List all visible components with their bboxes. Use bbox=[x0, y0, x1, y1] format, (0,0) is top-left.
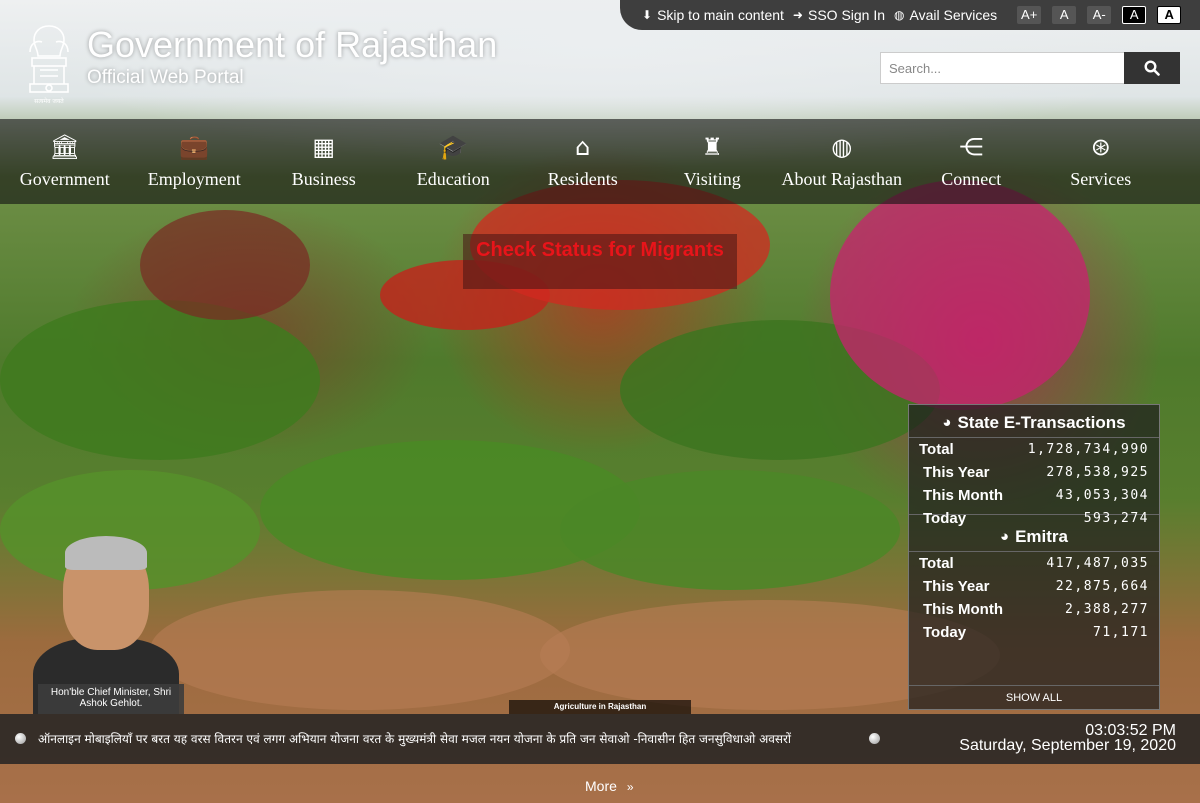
stat-label: Today bbox=[923, 510, 967, 527]
cm-portrait-hair bbox=[65, 536, 147, 570]
stat-value: 1,728,734,990 bbox=[1027, 442, 1149, 457]
ticker-bullet-icon bbox=[15, 733, 26, 744]
stat-label: Total bbox=[919, 441, 954, 458]
avail-label: Avail Services bbox=[909, 7, 998, 23]
slide-caption: Agriculture in Rajasthan bbox=[509, 700, 691, 714]
nav-label: Services bbox=[1070, 169, 1132, 189]
stat-row: Total 1,728,734,990 bbox=[909, 438, 1159, 461]
stat-row: Total 417,487,035 bbox=[909, 552, 1159, 575]
globe-icon: ◍ bbox=[831, 133, 853, 161]
nav-item-about-rajasthan[interactable]: ◍ About Rajasthan bbox=[777, 119, 907, 204]
search-input[interactable] bbox=[880, 52, 1125, 84]
graduation-cap-icon: 🎓 bbox=[438, 133, 469, 161]
search-button[interactable] bbox=[1124, 52, 1180, 84]
sso-signin-link[interactable]: ➜ SSO Sign In bbox=[793, 7, 885, 23]
nav-label: Business bbox=[291, 169, 356, 189]
clock: 03:03:52 PM Saturday, September 19, 2020 bbox=[959, 722, 1176, 754]
stat-value: 2,388,277 bbox=[1065, 602, 1149, 617]
more-label: More bbox=[585, 778, 617, 794]
light-contrast-button[interactable]: A bbox=[1157, 6, 1182, 24]
utility-bar: ⬇ Skip to main content ➜ SSO Sign In ◍ A… bbox=[620, 0, 1200, 30]
building-icon: ▦ bbox=[312, 133, 336, 161]
font-normal-button[interactable]: A bbox=[1052, 6, 1077, 24]
stat-value: 278,538,925 bbox=[1046, 465, 1149, 480]
arrow-down-circle-icon: ⬇ bbox=[642, 8, 653, 22]
stat-value: 22,875,664 bbox=[1055, 579, 1149, 594]
sign-in-icon: ➜ bbox=[792, 8, 803, 22]
show-all-link[interactable]: SHOW ALL bbox=[909, 685, 1159, 709]
stat-row: This Month 43,053,304 bbox=[909, 484, 1159, 507]
dark-contrast-button[interactable]: A bbox=[1122, 6, 1147, 24]
etransactions-title: State E-Transactions bbox=[957, 412, 1126, 432]
sso-label: SSO Sign In bbox=[807, 7, 886, 23]
stat-row: This Year 22,875,664 bbox=[909, 575, 1159, 598]
font-decrease-button[interactable]: A- bbox=[1087, 6, 1112, 24]
stat-value: 71,171 bbox=[1093, 625, 1149, 640]
etransactions-header: ◕ State E-Transactions bbox=[909, 408, 1159, 438]
pie-chart-icon: ◕ bbox=[1000, 528, 1010, 545]
traveller-icon: ♜ bbox=[701, 133, 723, 161]
emitra-title: Emitra bbox=[1015, 526, 1068, 546]
chevron-double-down-icon: » bbox=[626, 780, 634, 794]
main-nav: 🏛 Government 💼 Employment ▦ Business 🎓 E… bbox=[0, 119, 1200, 204]
check-status-migrants-link[interactable]: Check Status for Migrants bbox=[463, 234, 737, 289]
ticker-bullet-icon bbox=[869, 733, 880, 744]
site-subtitle: Official Web Portal bbox=[87, 67, 244, 88]
etransactions-block: ◕ State E-Transactions Total 1,728,734,9… bbox=[909, 405, 1159, 527]
skip-link[interactable]: ⬇ Skip to main content bbox=[642, 7, 784, 23]
pie-chart-icon: ◕ bbox=[942, 414, 952, 431]
stat-label: This Month bbox=[923, 487, 1003, 504]
nav-item-residents[interactable]: ⌂ Residents bbox=[518, 119, 648, 204]
lifebuoy-icon: ⊛ bbox=[1090, 133, 1111, 161]
clock-date: Saturday, September 19, 2020 bbox=[959, 737, 1176, 754]
ticker-text[interactable]: ऑनलाइन मोबाइलियाँ पर बरत यह वरस वितरन एव… bbox=[38, 730, 853, 747]
more-button[interactable]: More » bbox=[585, 778, 634, 794]
skip-label: Skip to main content bbox=[657, 7, 784, 23]
nav-label: Connect bbox=[941, 169, 1002, 189]
briefcase-icon: 💼 bbox=[179, 133, 210, 161]
state-emblem[interactable]: सत्यमेव जयते bbox=[22, 22, 76, 106]
globe-icon: ◍ bbox=[894, 8, 905, 22]
nav-item-connect[interactable]: ⋲ Connect bbox=[907, 119, 1037, 204]
stat-label: This Year bbox=[923, 464, 990, 481]
nav-label: Employment bbox=[147, 169, 241, 189]
nav-item-education[interactable]: 🎓 Education bbox=[389, 119, 519, 204]
chief-minister-photo[interactable]: Hon'ble Chief Minister, Shri Ashok Gehlo… bbox=[25, 534, 184, 714]
cm-caption: Hon'ble Chief Minister, Shri Ashok Gehlo… bbox=[38, 684, 184, 714]
nav-label: About Rajasthan bbox=[781, 169, 902, 189]
avail-services-link[interactable]: ◍ Avail Services bbox=[894, 7, 997, 23]
stat-label: Today bbox=[923, 624, 967, 641]
nav-item-business[interactable]: ▦ Business bbox=[259, 119, 389, 204]
nav-label: Visiting bbox=[683, 169, 741, 189]
search-icon bbox=[1144, 60, 1160, 76]
stat-row: This Year 278,538,925 bbox=[909, 461, 1159, 484]
bank-icon: 🏛 bbox=[49, 133, 80, 161]
home-icon: ⌂ bbox=[575, 133, 591, 161]
stat-row: Today 71,171 bbox=[909, 621, 1159, 644]
stat-label: Total bbox=[919, 555, 954, 572]
nav-label: Government bbox=[19, 169, 110, 189]
stat-value: 593,274 bbox=[1083, 511, 1149, 526]
news-ticker: ऑनलाइन मोबाइलियाँ पर बरत यह वरस वितरन एव… bbox=[0, 714, 1200, 764]
nav-item-visiting[interactable]: ♜ Visiting bbox=[648, 119, 778, 204]
emblem-motto: सत्यमेव जयते bbox=[34, 97, 64, 105]
nav-item-services[interactable]: ⊛ Services bbox=[1036, 119, 1166, 204]
site-title[interactable]: Government of Rajasthan bbox=[87, 24, 497, 66]
stat-label: This Month bbox=[923, 601, 1003, 618]
emitra-block: ◕ Emitra Total 417,487,035 This Year 22,… bbox=[909, 515, 1159, 653]
font-increase-button[interactable]: A+ bbox=[1017, 6, 1042, 24]
nav-item-government[interactable]: 🏛 Government bbox=[0, 119, 130, 204]
stat-label: This Year bbox=[923, 578, 990, 595]
nav-item-employment[interactable]: 💼 Employment bbox=[130, 119, 260, 204]
nav-label: Residents bbox=[547, 169, 618, 189]
stat-value: 43,053,304 bbox=[1055, 488, 1149, 503]
stats-panel: ◕ State E-Transactions Total 1,728,734,9… bbox=[908, 404, 1160, 710]
stat-value: 417,487,035 bbox=[1046, 556, 1149, 571]
nav-label: Education bbox=[416, 169, 490, 189]
share-icon: ⋲ bbox=[959, 133, 984, 161]
stat-row: This Month 2,388,277 bbox=[909, 598, 1159, 621]
clock-time: 03:03:52 PM bbox=[1085, 722, 1176, 739]
